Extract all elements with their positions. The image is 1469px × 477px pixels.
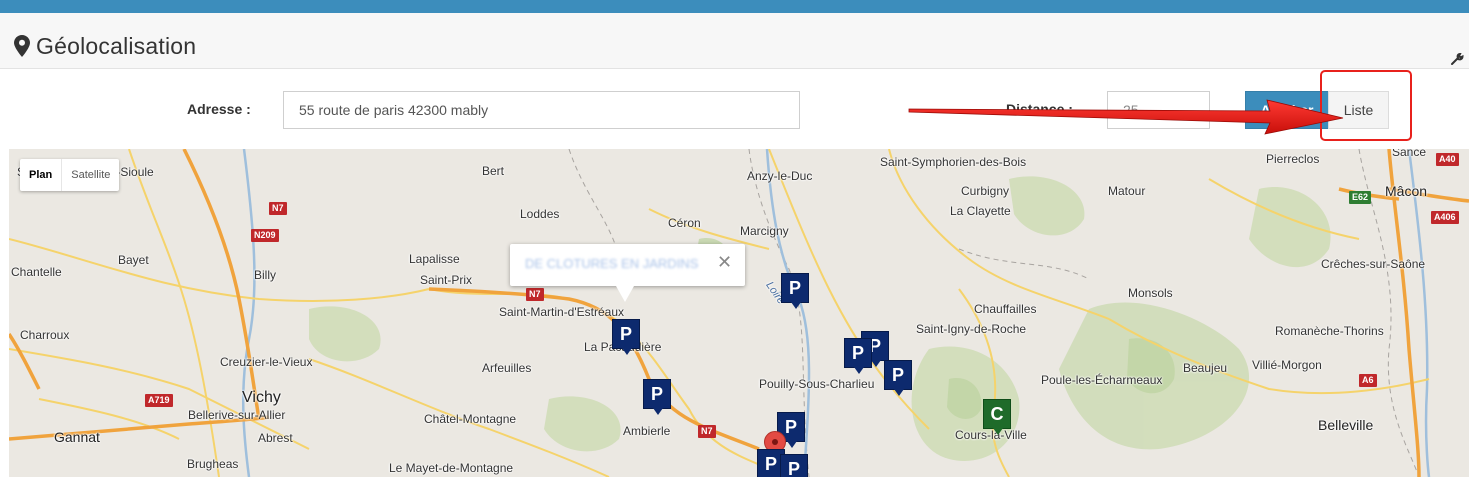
annotation-arrow bbox=[908, 99, 1344, 135]
map-label-brugheas: Brugheas bbox=[187, 457, 239, 471]
road-shield-n7: N7 bbox=[526, 288, 544, 301]
address-label: Adresse : bbox=[187, 101, 251, 117]
map-label-arfeuilles: Arfeuilles bbox=[482, 361, 532, 375]
map-label-abrest: Abrest bbox=[258, 431, 293, 445]
road-shield-e62: E62 bbox=[1349, 191, 1372, 204]
map-label-matour: Matour bbox=[1108, 184, 1146, 198]
map-label-curbigny: Curbigny bbox=[961, 184, 1010, 198]
map-label-marcigny: Marcigny bbox=[740, 224, 789, 238]
map-label-pouilly-sous-charlieu: Pouilly-Sous-Charlieu bbox=[759, 377, 875, 391]
parking-marker[interactable]: P bbox=[643, 379, 671, 415]
c-marker[interactable]: C bbox=[983, 399, 1011, 435]
map-label-loddes: Loddes bbox=[520, 207, 560, 221]
map-type-plan-button[interactable]: Plan bbox=[20, 159, 63, 191]
map-label-chauffailles: Chauffailles bbox=[974, 302, 1037, 316]
map-label-pierreclos: Pierreclos bbox=[1266, 152, 1320, 166]
map-label-charroux: Charroux bbox=[20, 328, 70, 342]
map-marker-icon bbox=[14, 35, 30, 57]
map-label-creches-sur-saone: Crêches-sur-Saône bbox=[1321, 257, 1426, 271]
road-shield-a406: A406 bbox=[1431, 211, 1459, 224]
road-shield-n209: N209 bbox=[251, 229, 279, 242]
road-shield-n7: N7 bbox=[269, 202, 287, 215]
parking-marker[interactable]: P bbox=[612, 319, 640, 355]
map-label-saint-martin-destreaux: Saint-Martin-d'Estréaux bbox=[499, 305, 625, 319]
road-shield-a719: A719 bbox=[145, 394, 173, 407]
close-icon[interactable]: ✕ bbox=[717, 252, 732, 273]
map-label-belleville: Belleville bbox=[1318, 417, 1374, 433]
map-label-chatel-montagne: Châtel-Montagne bbox=[424, 412, 517, 426]
map-type-satellite-button[interactable]: Satellite bbox=[62, 159, 119, 191]
map-label-lapalisse: Lapalisse bbox=[409, 252, 460, 266]
map-label-bellerive-sur-allier: Bellerive-sur-Allier bbox=[188, 408, 286, 422]
parking-marker[interactable]: P bbox=[780, 454, 808, 477]
parking-marker[interactable]: P bbox=[884, 360, 912, 396]
page-title: Géolocalisation bbox=[14, 32, 196, 60]
info-window-text: DE CLOTURES EN JARDINS bbox=[525, 256, 699, 271]
map-label-cours-la-ville: Cours-la-Ville bbox=[955, 428, 1027, 442]
map-label-le-mayet-de-montagne: Le Mayet-de-Montagne bbox=[389, 461, 514, 475]
map-label-villie-morgon: Villié-Morgon bbox=[1252, 358, 1322, 372]
map-label-romaneche-thorins: Romanèche-Thorins bbox=[1275, 324, 1384, 338]
map-label-bert: Bert bbox=[482, 164, 505, 178]
wrench-icon[interactable] bbox=[1449, 51, 1465, 67]
map-label-anzy-le-duc: Anzy-le-Duc bbox=[747, 169, 813, 183]
map-label-saint-prix: Saint-Prix bbox=[420, 273, 473, 287]
map-label-chantelle: Chantelle bbox=[11, 265, 62, 279]
page-header: Géolocalisation bbox=[0, 13, 1469, 69]
map-label-sance: Sancé bbox=[1392, 149, 1427, 159]
map-label-billy: Billy bbox=[254, 268, 277, 282]
map-label-saint-igny-de-roche: Saint-Igny-de-Roche bbox=[916, 322, 1027, 336]
top-bar bbox=[0, 0, 1469, 13]
address-input[interactable] bbox=[283, 91, 800, 129]
map-label-monsols: Monsols bbox=[1128, 286, 1173, 300]
map-label-beaujeu: Beaujeu bbox=[1183, 361, 1228, 375]
map-label-saint-symphorien-des-bois: Saint-Symphorien-des-Bois bbox=[880, 155, 1027, 169]
map-base bbox=[9, 149, 1469, 477]
map-label-creuzier-le-vieux: Creuzier-le-Vieux bbox=[220, 355, 313, 369]
road-shield-n7: N7 bbox=[698, 425, 716, 438]
map-type-control: Plan Satellite bbox=[20, 159, 120, 191]
marker-info-window: DE CLOTURES EN JARDINS ✕ bbox=[510, 244, 745, 302]
map-label-ambierle: Ambierle bbox=[623, 424, 671, 438]
map-label-bayet: Bayet bbox=[118, 253, 149, 267]
road-shield-a40: A40 bbox=[1436, 153, 1459, 166]
page-title-text: Géolocalisation bbox=[36, 32, 197, 59]
map-label-la-clayette: La Clayette bbox=[950, 204, 1011, 218]
map-label-poule-les-echarmeaux: Poule-les-Écharmeaux bbox=[1041, 373, 1163, 387]
map-label-ceron: Céron bbox=[668, 216, 701, 230]
parking-marker[interactable]: P bbox=[781, 273, 809, 309]
map-view[interactable]: Saint-Pourçain-sur-Sioule Bert Loddes Cé… bbox=[9, 149, 1469, 477]
road-shield-a6: A6 bbox=[1359, 374, 1377, 387]
parking-marker[interactable]: P bbox=[844, 338, 872, 374]
map-label-gannat: Gannat bbox=[54, 429, 100, 445]
map-label-macon: Mâcon bbox=[1385, 183, 1428, 199]
map-label-vichy: Vichy bbox=[242, 389, 281, 406]
